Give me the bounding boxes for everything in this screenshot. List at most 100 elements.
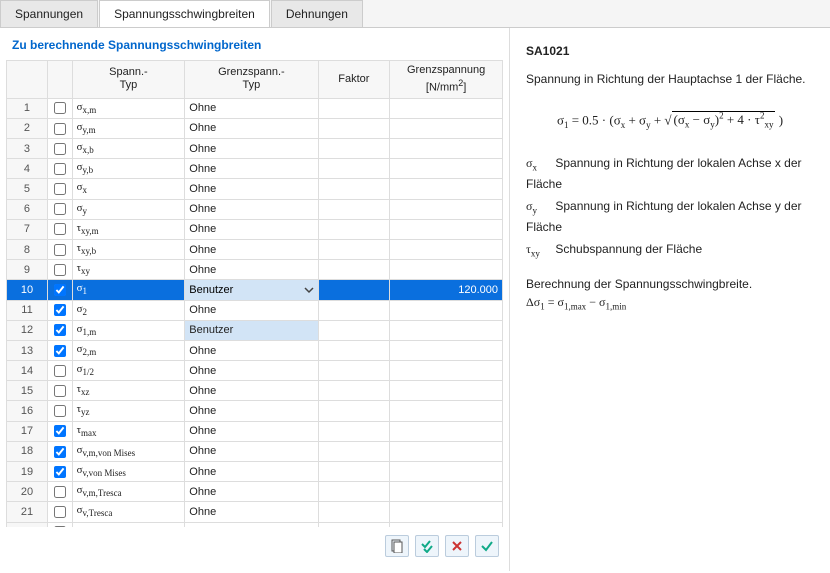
grenztyp-cell[interactable]: Ohne [185, 139, 318, 159]
faktor-cell[interactable] [318, 139, 390, 159]
row-checkbox[interactable] [54, 203, 66, 215]
grenzspannung-cell[interactable] [390, 361, 503, 381]
spanntyp-cell[interactable]: τxy,m [72, 219, 185, 239]
table-row[interactable]: 20σv,m,TrescaOhne [7, 482, 503, 502]
tab-spannungen[interactable]: Spannungen [0, 0, 98, 27]
grenztyp-cell[interactable]: Benutzer [185, 320, 318, 340]
grenzspannung-cell[interactable] [390, 159, 503, 179]
row-checkbox[interactable] [54, 284, 66, 296]
table-row[interactable]: 10σ1BenutzerOhneBenutzer120.000 [7, 280, 503, 300]
row-checkbox[interactable] [54, 365, 66, 377]
grenztyp-cell[interactable]: Ohne [185, 219, 318, 239]
row-checkbox[interactable] [54, 425, 66, 437]
grenzspannung-cell[interactable] [390, 462, 503, 482]
row-checkbox[interactable] [54, 223, 66, 235]
grenzspannung-cell[interactable] [390, 381, 503, 401]
row-checkbox[interactable] [54, 506, 66, 518]
table-row[interactable]: 8τxy,bOhne [7, 239, 503, 259]
grenzspannung-cell[interactable] [390, 239, 503, 259]
grenztyp-cell[interactable]: Ohne [185, 482, 318, 502]
table-row[interactable]: 2σy,mOhne [7, 118, 503, 138]
check-all-button[interactable] [415, 535, 439, 557]
tab-dehnungen[interactable]: Dehnungen [271, 0, 363, 27]
grenztyp-cell[interactable]: Ohne [185, 260, 318, 280]
spanntyp-cell[interactable]: σy,m [72, 118, 185, 138]
grenztyp-cell[interactable]: Ohne [185, 441, 318, 461]
grenztyp-cell[interactable]: Ohne [185, 502, 318, 522]
table-row[interactable]: 17τmaxOhne [7, 421, 503, 441]
spanntyp-cell[interactable]: σv,Tresca [72, 502, 185, 522]
grenzspannung-cell[interactable] [390, 300, 503, 320]
table-row[interactable]: 14σ1/2Ohne [7, 361, 503, 381]
table-row[interactable]: 7τxy,mOhne [7, 219, 503, 239]
grenztyp-cell[interactable]: Ohne [185, 199, 318, 219]
spanntyp-cell[interactable]: τmax [72, 421, 185, 441]
row-checkbox[interactable] [54, 405, 66, 417]
spanntyp-cell[interactable]: σ1 [72, 280, 185, 300]
faktor-cell[interactable] [318, 340, 390, 360]
grenztyp-cell[interactable]: Ohne [185, 98, 318, 118]
row-checkbox[interactable] [54, 466, 66, 478]
grenzspannung-cell[interactable] [390, 260, 503, 280]
grenzspannung-cell[interactable] [390, 401, 503, 421]
grenzspannung-cell[interactable] [390, 482, 503, 502]
grenzspannung-cell[interactable] [390, 219, 503, 239]
spanntyp-cell[interactable]: σv,von Mises [72, 462, 185, 482]
row-checkbox[interactable] [54, 345, 66, 357]
row-checkbox[interactable] [54, 123, 66, 135]
faktor-cell[interactable] [318, 300, 390, 320]
faktor-cell[interactable] [318, 502, 390, 522]
faktor-cell[interactable] [318, 482, 390, 502]
grenzspannung-cell[interactable] [390, 441, 503, 461]
faktor-cell[interactable] [318, 260, 390, 280]
table-row[interactable]: 5σxOhne [7, 179, 503, 199]
faktor-cell[interactable] [318, 199, 390, 219]
uncheck-button[interactable] [445, 535, 469, 557]
grenzspannung-cell[interactable] [390, 118, 503, 138]
grenzspannung-cell[interactable] [390, 98, 503, 118]
row-checkbox[interactable] [54, 143, 66, 155]
faktor-cell[interactable] [318, 239, 390, 259]
grenztyp-dropdown[interactable]: BenutzerOhneBenutzer [185, 280, 318, 300]
grenztyp-cell[interactable]: Ohne [185, 179, 318, 199]
faktor-cell[interactable] [318, 462, 390, 482]
faktor-cell[interactable] [318, 381, 390, 401]
grenztyp-cell[interactable]: Ohne [185, 340, 318, 360]
grenztyp-cell[interactable]: Ohne [185, 361, 318, 381]
copy-button[interactable] [385, 535, 409, 557]
table-row[interactable]: 15τxzOhne [7, 381, 503, 401]
row-checkbox[interactable] [54, 304, 66, 316]
spanntyp-cell[interactable]: σv,m,von Mises [72, 441, 185, 461]
row-checkbox[interactable] [54, 264, 66, 276]
table-row[interactable]: 21σv,TrescaOhne [7, 502, 503, 522]
table-row[interactable]: 6σyOhne [7, 199, 503, 219]
check-one-button[interactable] [475, 535, 499, 557]
row-checkbox[interactable] [54, 486, 66, 498]
table-row[interactable]: 11σ2Ohne [7, 300, 503, 320]
spanntyp-cell[interactable]: σx [72, 179, 185, 199]
faktor-cell[interactable] [318, 159, 390, 179]
grenzspannung-cell[interactable] [390, 421, 503, 441]
table-row[interactable]: 1σx,mOhne [7, 98, 503, 118]
spanntyp-cell[interactable]: τxz [72, 381, 185, 401]
stress-table[interactable]: Spann.-Typ Grenzspann.-Typ Faktor Grenzs… [6, 60, 503, 527]
faktor-cell[interactable] [318, 280, 390, 300]
grenztyp-cell[interactable]: Ohne [185, 421, 318, 441]
grenzspannung-cell[interactable] [390, 199, 503, 219]
table-row[interactable]: 18σv,m,von MisesOhne [7, 441, 503, 461]
row-checkbox[interactable] [54, 163, 66, 175]
spanntyp-cell[interactable]: σy,b [72, 159, 185, 179]
table-row[interactable]: 13σ2,mOhne [7, 340, 503, 360]
spanntyp-cell[interactable]: σx,b [72, 139, 185, 159]
grenztyp-cell[interactable]: Ohne [185, 118, 318, 138]
spanntyp-cell[interactable]: σ2,m [72, 340, 185, 360]
spanntyp-cell[interactable]: σy [72, 199, 185, 219]
spanntyp-cell[interactable]: τxy,b [72, 239, 185, 259]
row-checkbox[interactable] [54, 446, 66, 458]
row-checkbox[interactable] [54, 102, 66, 114]
grenzspannung-cell[interactable] [390, 139, 503, 159]
tab-spannungsschwingbreiten[interactable]: Spannungsschwingbreiten [99, 0, 270, 27]
grenztyp-cell[interactable]: Ohne [185, 239, 318, 259]
grenztyp-cell[interactable]: Ohne [185, 159, 318, 179]
spanntyp-cell[interactable]: σx,m [72, 98, 185, 118]
